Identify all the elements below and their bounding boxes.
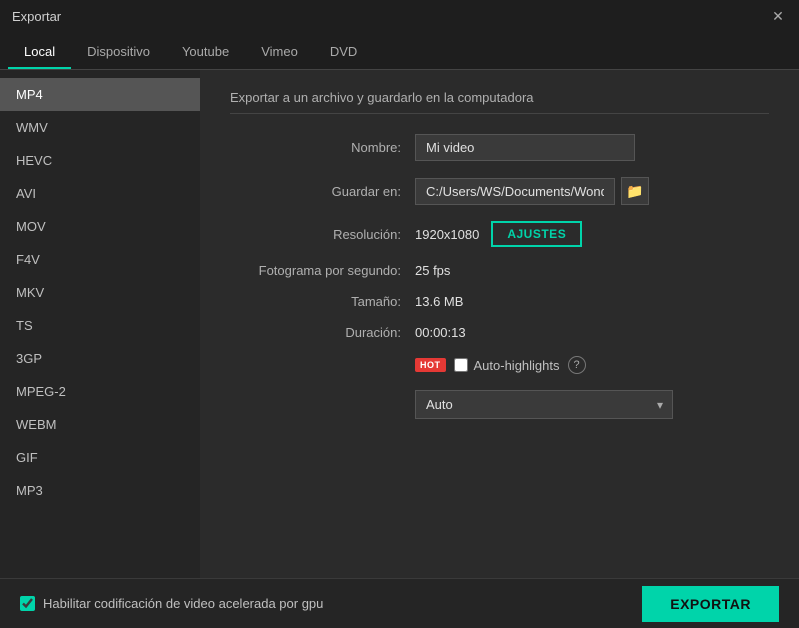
nombre-label: Nombre: bbox=[230, 140, 415, 155]
duracion-row: Duración: 00:00:13 bbox=[230, 325, 769, 340]
tab-bar: Local Dispositivo Youtube Vimeo DVD bbox=[0, 32, 799, 70]
guardar-label: Guardar en: bbox=[230, 184, 415, 199]
fotograma-row: Fotograma por segundo: 25 fps bbox=[230, 263, 769, 278]
nombre-input[interactable] bbox=[415, 134, 635, 161]
main-layout: MP4 WMV HEVC AVI MOV F4V MKV TS 3GP MPEG… bbox=[0, 70, 799, 578]
ajustes-button[interactable]: AJUSTES bbox=[491, 221, 582, 247]
sidebar-item-mpeg2[interactable]: MPEG-2 bbox=[0, 375, 200, 408]
auto-highlights-checkbox[interactable] bbox=[454, 358, 468, 372]
duracion-label: Duración: bbox=[230, 325, 415, 340]
folder-icon: 📁 bbox=[626, 183, 643, 200]
auto-highlights-text: Auto-highlights bbox=[474, 358, 560, 373]
auto-select-wrapper: Auto bbox=[415, 390, 673, 419]
fotograma-value: 25 fps bbox=[415, 263, 450, 278]
tab-dvd[interactable]: DVD bbox=[314, 36, 373, 69]
sidebar-item-3gp[interactable]: 3GP bbox=[0, 342, 200, 375]
duracion-value: 00:00:13 bbox=[415, 325, 466, 340]
tab-local[interactable]: Local bbox=[8, 36, 71, 69]
sidebar-item-webm[interactable]: WEBM bbox=[0, 408, 200, 441]
sidebar: MP4 WMV HEVC AVI MOV F4V MKV TS 3GP MPEG… bbox=[0, 70, 200, 578]
auto-highlights-label[interactable]: Auto-highlights bbox=[454, 358, 560, 373]
sidebar-item-gif[interactable]: GIF bbox=[0, 441, 200, 474]
sidebar-item-wmv[interactable]: WMV bbox=[0, 111, 200, 144]
auto-select-row: Auto bbox=[230, 390, 769, 419]
auto-select-dropdown[interactable]: Auto bbox=[415, 390, 673, 419]
tamanio-row: Tamaño: 13.6 MB bbox=[230, 294, 769, 309]
help-icon[interactable]: ? bbox=[568, 356, 586, 374]
tamanio-value: 13.6 MB bbox=[415, 294, 463, 309]
gpu-label[interactable]: Habilitar codificación de video acelerad… bbox=[20, 596, 323, 611]
window-title: Exportar bbox=[12, 9, 61, 24]
sidebar-item-avi[interactable]: AVI bbox=[0, 177, 200, 210]
close-button[interactable]: ✕ bbox=[769, 7, 787, 25]
nombre-row: Nombre: bbox=[230, 134, 769, 161]
sidebar-item-ts[interactable]: TS bbox=[0, 309, 200, 342]
title-bar: Exportar ✕ bbox=[0, 0, 799, 32]
guardar-row: Guardar en: 📁 bbox=[230, 177, 769, 205]
gpu-label-text: Habilitar codificación de video acelerad… bbox=[43, 596, 323, 611]
bottom-bar: Habilitar codificación de video acelerad… bbox=[0, 578, 799, 628]
fotograma-label: Fotograma por segundo: bbox=[230, 263, 415, 278]
hot-badge: HOT bbox=[415, 358, 446, 372]
sidebar-item-f4v[interactable]: F4V bbox=[0, 243, 200, 276]
tab-dispositivo[interactable]: Dispositivo bbox=[71, 36, 166, 69]
export-button[interactable]: EXPORTAR bbox=[642, 586, 779, 622]
gpu-checkbox[interactable] bbox=[20, 596, 35, 611]
folder-row: 📁 bbox=[415, 177, 649, 205]
sidebar-item-mp4[interactable]: MP4 bbox=[0, 78, 200, 111]
content-description: Exportar a un archivo y guardarlo en la … bbox=[230, 90, 769, 114]
sidebar-item-hevc[interactable]: HEVC bbox=[0, 144, 200, 177]
content-area: Exportar a un archivo y guardarlo en la … bbox=[200, 70, 799, 578]
guardar-input[interactable] bbox=[415, 178, 615, 205]
sidebar-item-mp3[interactable]: MP3 bbox=[0, 474, 200, 507]
resolucion-label: Resolución: bbox=[230, 227, 415, 242]
tab-youtube[interactable]: Youtube bbox=[166, 36, 245, 69]
sidebar-item-mov[interactable]: MOV bbox=[0, 210, 200, 243]
tab-vimeo[interactable]: Vimeo bbox=[245, 36, 314, 69]
tamanio-label: Tamaño: bbox=[230, 294, 415, 309]
sidebar-item-mkv[interactable]: MKV bbox=[0, 276, 200, 309]
resolution-row: 1920x1080 AJUSTES bbox=[415, 221, 582, 247]
resolucion-value: 1920x1080 bbox=[415, 227, 479, 242]
auto-highlights-controls: HOT Auto-highlights ? bbox=[415, 356, 586, 374]
resolucion-row: Resolución: 1920x1080 AJUSTES bbox=[230, 221, 769, 247]
folder-browse-button[interactable]: 📁 bbox=[621, 177, 649, 205]
auto-highlights-row: HOT Auto-highlights ? bbox=[230, 356, 769, 374]
